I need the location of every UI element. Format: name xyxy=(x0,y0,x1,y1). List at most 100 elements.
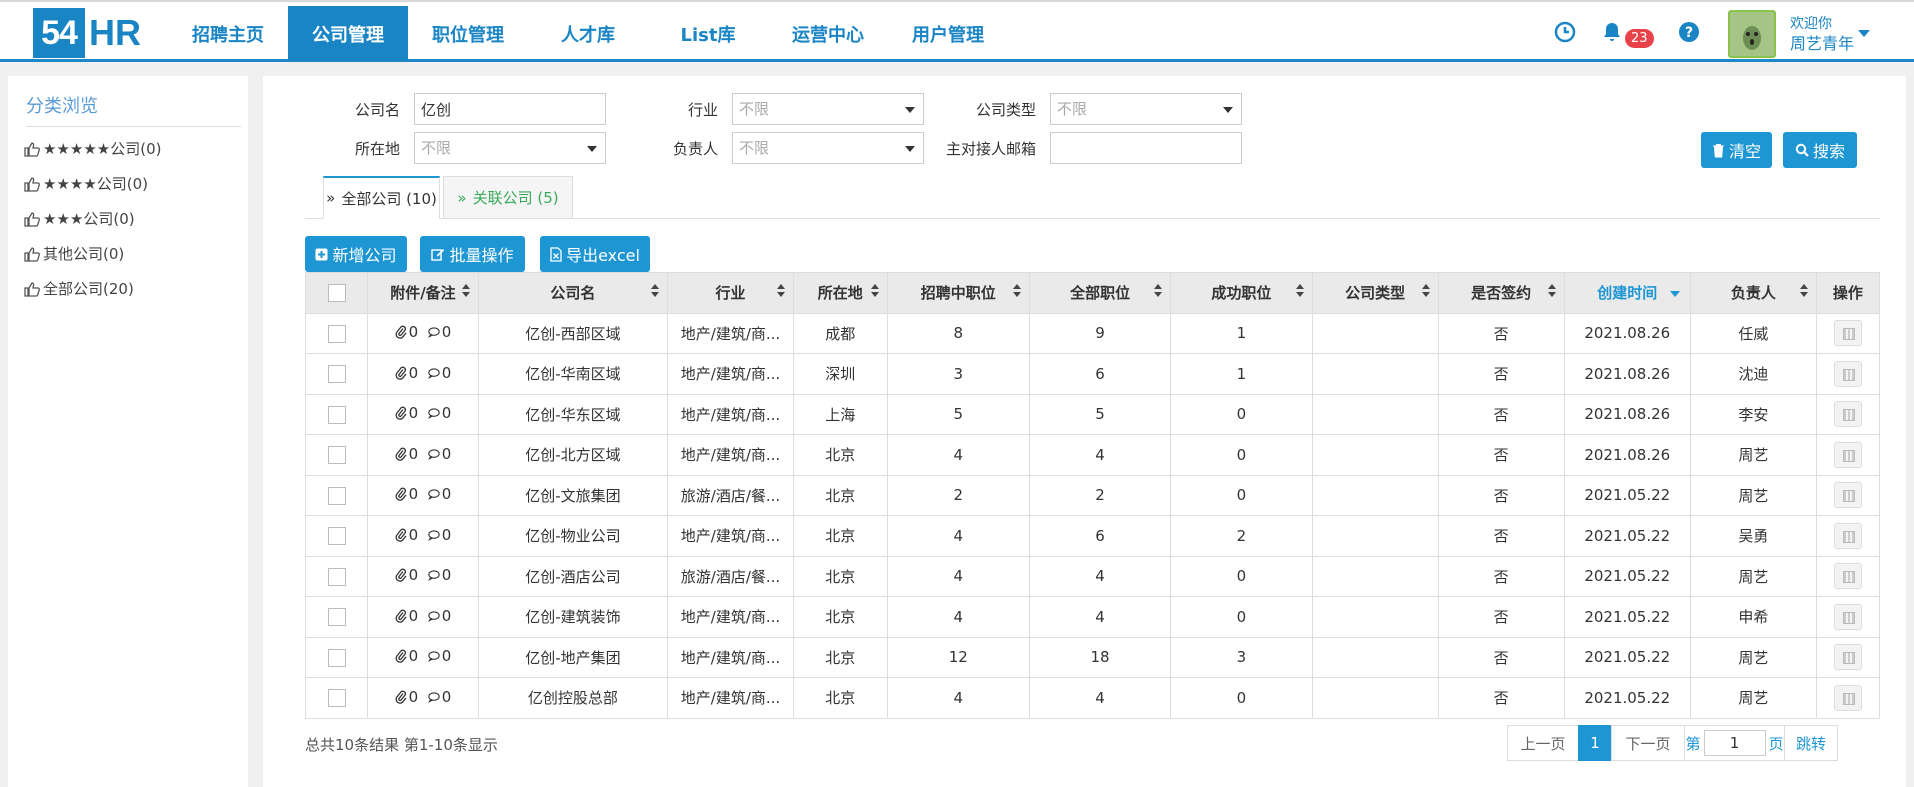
nav-recruit-home[interactable]: 招聘主页 xyxy=(168,6,288,61)
col-signed[interactable]: 是否签约 xyxy=(1437,272,1565,314)
note-count[interactable]: 0 xyxy=(427,607,451,625)
col-company-type[interactable]: 公司类型 xyxy=(1311,272,1439,314)
qrcode-action-icon[interactable] xyxy=(1833,603,1862,630)
col-owner[interactable]: 负责人 xyxy=(1689,272,1817,314)
company-name-cell[interactable]: 亿创-文旅集团 xyxy=(477,474,668,516)
row-checkbox[interactable] xyxy=(327,446,346,464)
row-checkbox[interactable] xyxy=(327,648,346,667)
attachment-count[interactable]: 0 xyxy=(395,323,418,341)
company-name-cell[interactable]: 亿创控股总部 xyxy=(477,677,668,719)
col-industry[interactable]: 行业 xyxy=(666,272,795,314)
qrcode-action-icon[interactable] xyxy=(1833,401,1862,428)
qrcode-action-icon[interactable] xyxy=(1833,482,1862,509)
nav-talent-pool[interactable]: 人才库 xyxy=(528,6,648,61)
company-name-cell[interactable]: 亿创-酒店公司 xyxy=(477,555,668,597)
note-count[interactable]: 0 xyxy=(427,323,451,341)
nav-user-management[interactable]: 用户管理 xyxy=(888,6,1008,61)
qrcode-action-icon[interactable] xyxy=(1833,320,1862,347)
jump-button[interactable]: 跳转 xyxy=(1784,725,1838,761)
row-checkbox[interactable] xyxy=(327,527,346,545)
nav-position-management[interactable]: 职位管理 xyxy=(408,6,528,61)
company-name-cell[interactable]: 亿创-地产集团 xyxy=(477,636,668,678)
note-count[interactable]: 0 xyxy=(427,485,451,503)
owner-select[interactable]: 不限 xyxy=(732,132,924,164)
col-company-name[interactable]: 公司名 xyxy=(477,272,668,314)
note-count[interactable]: 0 xyxy=(427,688,451,706)
category-four-star[interactable]: ★★★★公司(0) xyxy=(23,173,148,194)
add-company-button[interactable]: 新增公司 xyxy=(305,236,407,272)
attachment-count[interactable]: 0 xyxy=(395,526,418,544)
prev-page-button[interactable]: 上一页 xyxy=(1507,725,1579,761)
category-other[interactable]: 其他公司(0) xyxy=(23,243,124,264)
search-button[interactable]: 搜索 xyxy=(1783,132,1857,168)
table-row[interactable]: 0 0 亿创-北方区域 地产/建筑/商... 北京 4 4 0 否 2021.08.26 周艺 xyxy=(304,434,1881,476)
col-created-time[interactable]: 创建时间 xyxy=(1563,272,1691,314)
col-total-positions[interactable]: 全部职位 xyxy=(1028,272,1172,314)
company-name-input[interactable] xyxy=(414,93,606,125)
note-count[interactable]: 0 xyxy=(427,566,451,584)
location-select[interactable]: 不限 xyxy=(414,132,606,164)
note-count[interactable]: 0 xyxy=(427,364,451,382)
tab-all-companies[interactable]: » 全部公司 (10) xyxy=(323,176,440,219)
select-all-checkbox[interactable] xyxy=(327,284,346,302)
avatar[interactable] xyxy=(1728,10,1776,58)
qrcode-action-icon[interactable] xyxy=(1833,563,1862,590)
user-menu[interactable]: 欢迎你 周艺青年 xyxy=(1790,15,1854,53)
table-row[interactable]: 0 0 亿创-酒店公司 旅游/酒店/餐... 北京 4 4 0 否 2021.05.22 周艺 xyxy=(304,555,1881,597)
row-checkbox[interactable] xyxy=(327,608,346,626)
attachment-count[interactable]: 0 xyxy=(395,566,418,584)
company-name-cell[interactable]: 亿创-建筑装饰 xyxy=(477,596,668,638)
next-page-button[interactable]: 下一页 xyxy=(1611,725,1685,761)
table-row[interactable]: 0 0 亿创-西部区域 地产/建筑/商... 成都 8 9 1 否 2021.08.26 任威 xyxy=(304,312,1881,354)
help-icon[interactable]: ? xyxy=(1677,20,1701,44)
company-name-cell[interactable]: 亿创-西部区域 xyxy=(477,312,668,354)
nav-operations-center[interactable]: 运营中心 xyxy=(768,6,888,61)
col-attachment-note[interactable]: 附件/备注 xyxy=(367,272,479,314)
qrcode-action-icon[interactable] xyxy=(1833,360,1862,387)
clock-icon[interactable] xyxy=(1553,20,1577,44)
row-checkbox[interactable] xyxy=(327,365,346,383)
row-checkbox[interactable] xyxy=(327,405,346,424)
col-hiring-positions[interactable]: 招聘中职位 xyxy=(886,272,1030,314)
bell-icon[interactable] xyxy=(1600,20,1624,44)
nav-list-library[interactable]: List库 xyxy=(648,6,768,61)
company-type-select[interactable]: 不限 xyxy=(1050,93,1242,125)
clear-button[interactable]: 清空 xyxy=(1701,132,1772,168)
col-location[interactable]: 所在地 xyxy=(793,272,888,314)
export-excel-button[interactable]: 导出excel xyxy=(540,236,650,272)
attachment-count[interactable]: 0 xyxy=(395,647,418,665)
logo[interactable]: 54 HR xyxy=(33,8,141,58)
row-checkbox[interactable] xyxy=(327,567,346,586)
row-checkbox[interactable] xyxy=(327,486,346,505)
table-row[interactable]: 0 0 亿创-建筑装饰 地产/建筑/商... 北京 4 4 0 否 2021.05.22 申希 xyxy=(304,596,1881,638)
category-three-star[interactable]: ★★★公司(0) xyxy=(23,208,135,229)
category-all[interactable]: 全部公司(20) xyxy=(23,278,134,299)
table-row[interactable]: 0 0 亿创控股总部 地产/建筑/商... 北京 4 4 0 否 2021.05.22 周艺 xyxy=(304,677,1881,719)
row-checkbox[interactable] xyxy=(327,324,346,343)
note-count[interactable]: 0 xyxy=(427,647,451,665)
attachment-count[interactable]: 0 xyxy=(395,404,418,422)
attachment-count[interactable]: 0 xyxy=(395,485,418,503)
nav-company-management[interactable]: 公司管理 xyxy=(288,6,408,61)
company-name-cell[interactable]: 亿创-北方区域 xyxy=(477,434,668,476)
category-five-star[interactable]: ★★★★★公司(0) xyxy=(23,138,161,159)
col-success-positions[interactable]: 成功职位 xyxy=(1170,272,1313,314)
qrcode-action-icon[interactable] xyxy=(1833,522,1862,549)
attachment-count[interactable]: 0 xyxy=(395,364,418,382)
table-row[interactable]: 0 0 亿创-物业公司 地产/建筑/商... 北京 4 6 2 否 2021.05.22 吴勇 xyxy=(304,515,1881,557)
note-count[interactable]: 0 xyxy=(427,404,451,422)
tab-related-companies[interactable]: » 关联公司 (5) xyxy=(443,176,573,219)
company-name-cell[interactable]: 亿创-物业公司 xyxy=(477,515,668,557)
qrcode-action-icon[interactable] xyxy=(1833,441,1862,468)
note-count[interactable]: 0 xyxy=(427,526,451,544)
contact-email-input[interactable] xyxy=(1050,132,1242,164)
attachment-count[interactable]: 0 xyxy=(395,607,418,625)
attachment-count[interactable]: 0 xyxy=(395,688,418,706)
table-row[interactable]: 0 0 亿创-华东区域 地产/建筑/商... 上海 5 5 0 否 2021.08.26 李安 xyxy=(304,393,1881,435)
table-row[interactable]: 0 0 亿创-华南区域 地产/建筑/商... 深圳 3 6 1 否 2021.08.26 沈迪 xyxy=(304,353,1881,395)
row-checkbox[interactable] xyxy=(327,689,346,707)
table-row[interactable]: 0 0 亿创-文旅集团 旅游/酒店/餐... 北京 2 2 0 否 2021.05.22 周艺 xyxy=(304,474,1881,516)
industry-select[interactable]: 不限 xyxy=(732,93,924,125)
qrcode-action-icon[interactable] xyxy=(1833,644,1862,671)
note-count[interactable]: 0 xyxy=(427,445,451,463)
